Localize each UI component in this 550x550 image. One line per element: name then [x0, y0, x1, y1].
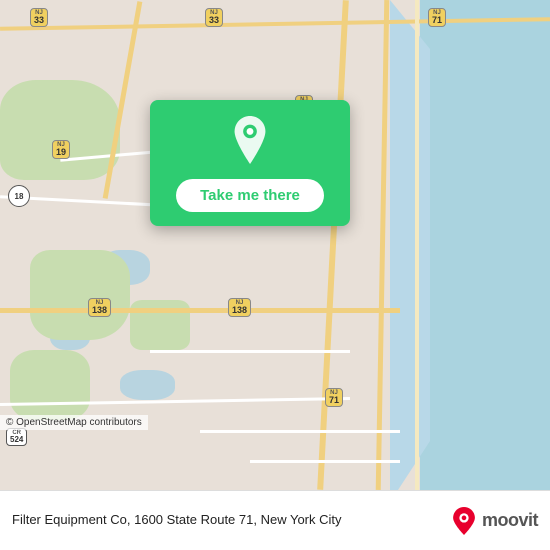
- road-local-5: [200, 430, 400, 433]
- road-nj71: [376, 0, 390, 490]
- location-icon-container: [226, 116, 274, 169]
- route-badge-nj33-1: NJ 33: [30, 8, 48, 27]
- road-local-3: [150, 350, 350, 353]
- map-container: NJ 33 NJ 33 NJ 71 NJ 35 NJ 19 NJ 138 NJ …: [0, 0, 550, 490]
- location-pin-icon: [226, 116, 274, 164]
- route-badge-18: 18: [8, 185, 30, 207]
- route-badge-nj19: NJ 19: [52, 140, 70, 159]
- route-badge-cr524: CR 524: [6, 428, 27, 446]
- small-water-3: [120, 370, 175, 400]
- bottom-bar: Filter Equipment Co, 1600 State Route 71…: [0, 490, 550, 550]
- cta-card: Take me there: [150, 100, 350, 226]
- bay-water: [390, 0, 430, 490]
- route-badge-nj138-2: NJ 138: [228, 298, 251, 317]
- take-me-there-button[interactable]: Take me there: [176, 179, 324, 212]
- route-badge-nj33-2: NJ 33: [205, 8, 223, 27]
- green-area-3: [10, 350, 90, 420]
- road-nj35: [317, 0, 349, 490]
- location-address: Filter Equipment Co, 1600 State Route 71…: [12, 512, 450, 529]
- road-barrier: [415, 0, 419, 490]
- road-local-6: [250, 460, 400, 463]
- route-badge-nj138-1: NJ 138: [88, 298, 111, 317]
- moovit-logo: moovit: [450, 507, 538, 535]
- green-area-2: [30, 250, 130, 340]
- copyright-bar: © OpenStreetMap contributors: [0, 415, 148, 430]
- road-nj138: [0, 308, 400, 313]
- green-area-1: [0, 80, 120, 180]
- moovit-pin-icon: [450, 507, 478, 535]
- app: NJ 33 NJ 33 NJ 71 NJ 35 NJ 19 NJ 138 NJ …: [0, 0, 550, 550]
- route-badge-nj71-top: NJ 71: [428, 8, 446, 27]
- copyright-text: © OpenStreetMap contributors: [6, 417, 142, 428]
- moovit-brand-text: moovit: [482, 510, 538, 531]
- ocean-water: [420, 0, 550, 490]
- route-badge-nj71-bottom: NJ 71: [325, 388, 343, 407]
